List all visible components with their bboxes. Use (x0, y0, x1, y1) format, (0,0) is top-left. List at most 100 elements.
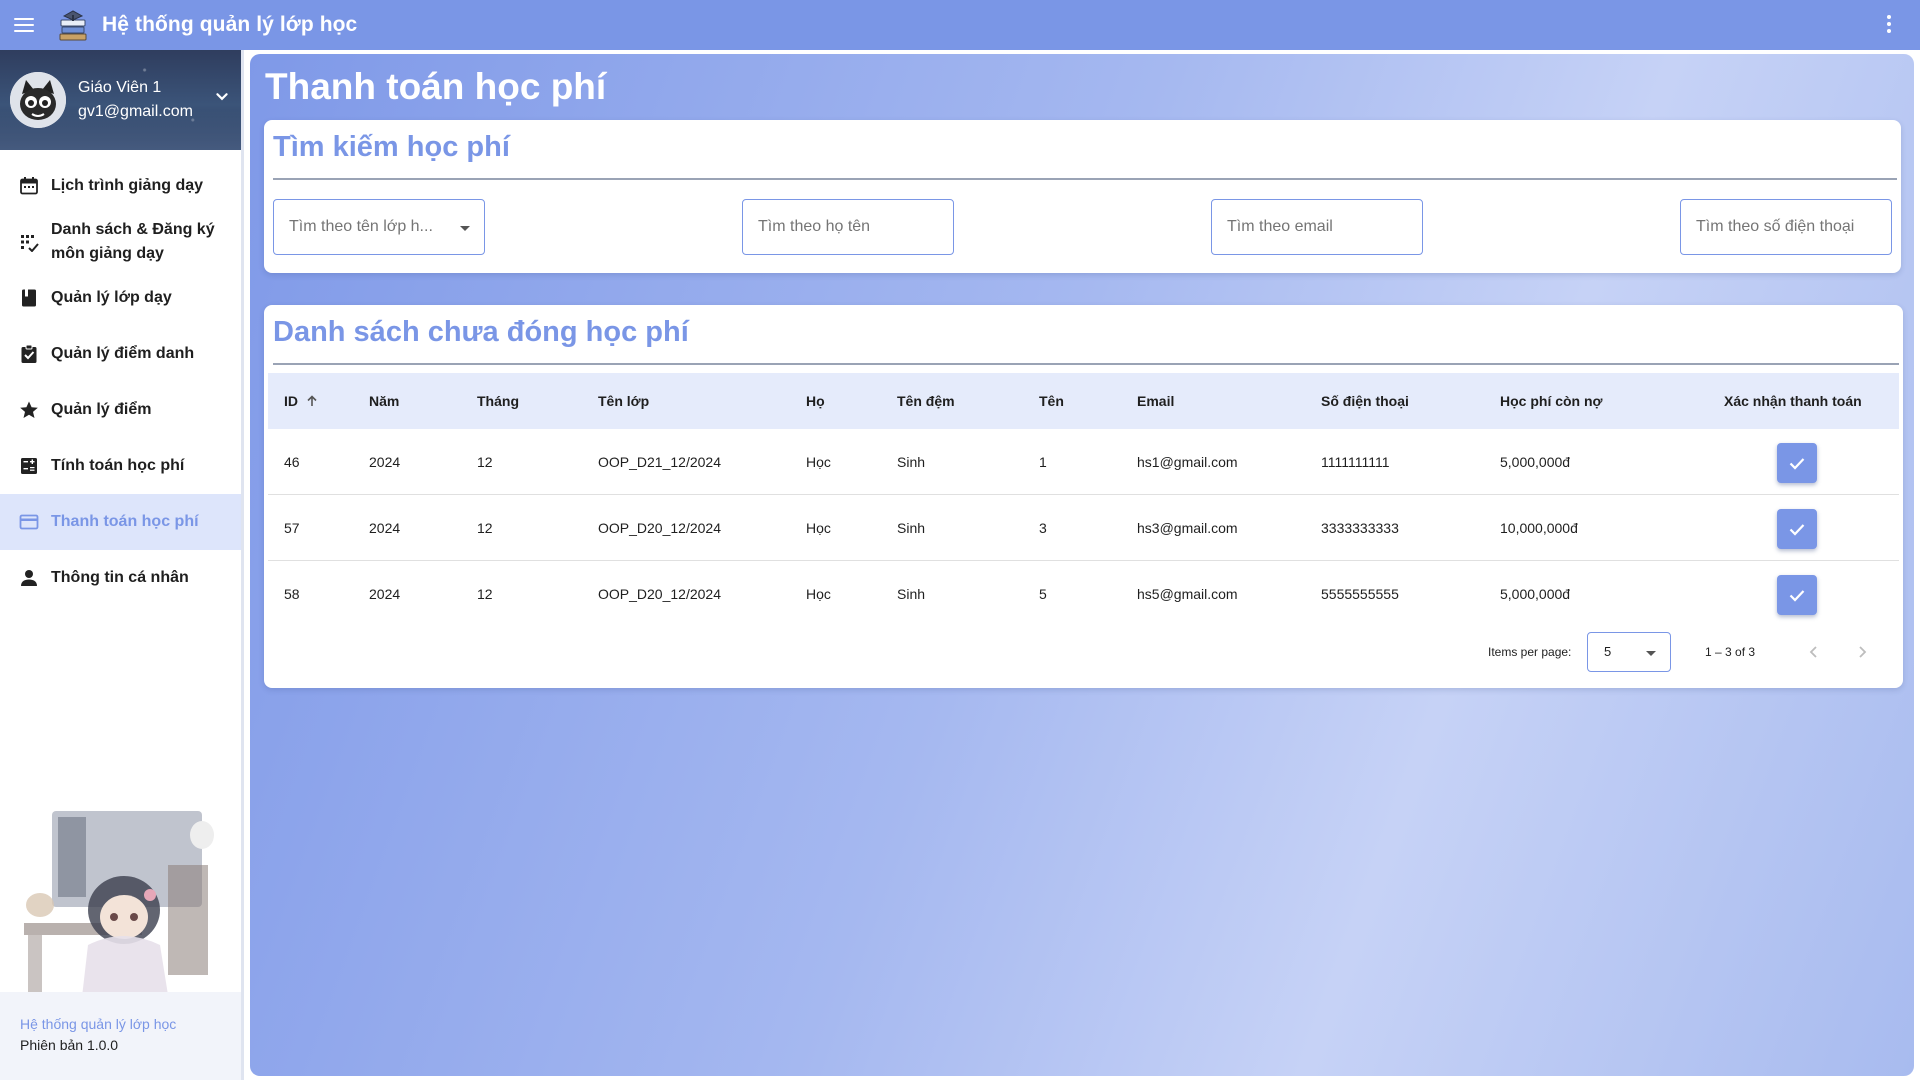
check-icon (1789, 458, 1805, 470)
sidebar-item-tuition-payment[interactable]: Thanh toán học phí (0, 494, 241, 550)
cell-phone: 1111111111 (1321, 454, 1390, 470)
book-icon (18, 287, 40, 309)
paginator: Items per page: 5 1 – 3 of 3 (264, 632, 1903, 672)
sidebar-item-profile[interactable]: Thông tin cá nhân (0, 550, 241, 606)
table-header-row: ID Năm Tháng Tên lớp Họ Tên đệm Tên Emai… (268, 373, 1899, 429)
email-search-placeholder: Tìm theo email (1227, 218, 1333, 235)
phone-search-input[interactable]: Tìm theo số điện thoại (1680, 199, 1892, 255)
check-icon (1789, 524, 1805, 536)
phone-search-placeholder: Tìm theo số điện thoại (1696, 218, 1855, 235)
dropdown-arrow-icon (1646, 651, 1656, 656)
divider (273, 178, 1897, 180)
table-row: 58 2024 12 OOP_D20_12/2024 Học Sinh 5 hs… (268, 561, 1899, 627)
sidebar-item-label: Quản lý lớp dạy (51, 289, 172, 306)
col-header-year: Năm (369, 393, 400, 409)
cell-month: 12 (477, 586, 493, 602)
page-size-select[interactable]: 5 (1587, 632, 1671, 672)
dropdown-arrow-icon (460, 226, 470, 231)
sidebar-item-subject-registration[interactable]: Danh sách & Đăng ký môn giảng dạy (0, 214, 241, 270)
cell-year: 2024 (369, 520, 401, 536)
cell-middle-name: Sinh (897, 520, 926, 536)
sidebar-item-label: Lịch trình giảng dạy (51, 177, 204, 194)
profile-name: Giáo Viên 1 (78, 79, 162, 96)
page-range-label: 1 – 3 of 3 (1705, 645, 1756, 659)
chevron-down-icon[interactable] (211, 86, 233, 108)
email-search-input[interactable]: Tìm theo email (1211, 199, 1423, 255)
cell-email: hs5@gmail.com (1137, 586, 1238, 602)
search-card: Tìm kiếm học phí Tìm theo tên lớp h... T… (264, 120, 1901, 273)
confirm-payment-button[interactable] (1777, 509, 1817, 549)
class-select[interactable]: Tìm theo tên lớp h... (273, 199, 485, 255)
table-row: 46 2024 12 OOP_D21_12/2024 Học Sinh 1 hs… (268, 429, 1899, 495)
clipboard-check-icon (18, 343, 40, 365)
col-header-email: Email (1137, 393, 1175, 409)
search-card-title: Tìm kiếm học phí (273, 131, 510, 163)
profile-header[interactable]: Giáo Viên 1 gv1@gmail.com (0, 50, 241, 150)
calendar-icon (18, 175, 40, 197)
confirm-payment-button[interactable] (1777, 575, 1817, 615)
cell-last-name: Học (806, 454, 831, 470)
table-row: 57 2024 12 OOP_D20_12/2024 Học Sinh 3 hs… (268, 495, 1899, 561)
grid-list-icon (18, 231, 40, 253)
sidebar-item-label: Danh sách & Đăng ký môn giảng dạy (51, 221, 215, 262)
books-logo-icon (59, 10, 87, 41)
cell-middle-name: Sinh (897, 586, 926, 602)
profile-email: gv1@gmail.com (78, 103, 193, 120)
name-search-placeholder: Tìm theo họ tên (758, 218, 871, 235)
col-header-label: ID (284, 393, 298, 409)
cell-last-name: Học (806, 520, 831, 536)
col-header-first-name: Tên (1039, 393, 1064, 409)
cell-first-name: 3 (1039, 520, 1047, 536)
avatar (10, 72, 66, 128)
footer-version: Phiên bản 1.0.0 (20, 1037, 119, 1053)
cell-year: 2024 (369, 454, 401, 470)
cell-phone: 3333333333 (1321, 520, 1399, 536)
sidebar: Giáo Viên 1 gv1@gmail.com Lịch trình giả… (0, 50, 244, 1080)
chevron-right-icon (1859, 646, 1867, 658)
col-header-id[interactable]: ID (284, 373, 319, 429)
cell-id: 46 (284, 454, 300, 470)
cell-email: hs1@gmail.com (1137, 454, 1238, 470)
main-content: Thanh toán học phí Tìm kiếm học phí Tìm … (250, 54, 1914, 1076)
chevron-left-icon (1809, 646, 1817, 658)
sidebar-item-class-management[interactable]: Quản lý lớp dạy (0, 270, 241, 326)
cell-month: 12 (477, 520, 493, 536)
cell-id: 58 (284, 586, 300, 602)
confirm-payment-button[interactable] (1777, 443, 1817, 483)
cell-email: hs3@gmail.com (1137, 520, 1238, 536)
cell-month: 12 (477, 454, 493, 470)
col-header-month: Tháng (477, 393, 519, 409)
cell-debt: 5,000,000đ (1500, 454, 1571, 470)
col-header-middle-name: Tên đệm (897, 393, 955, 409)
col-header-phone: Số điện thoại (1321, 393, 1409, 409)
name-search-input[interactable]: Tìm theo họ tên (742, 199, 954, 255)
cell-debt: 5,000,000đ (1500, 586, 1571, 602)
credit-card-icon (18, 511, 40, 533)
sidebar-item-grades[interactable]: Quản lý điểm (0, 382, 241, 438)
next-page-button[interactable] (1850, 640, 1874, 664)
sidebar-item-label: Thanh toán học phí (51, 513, 199, 530)
cell-first-name: 1 (1039, 454, 1047, 470)
calculator-icon (18, 455, 40, 477)
profile-info: Giáo Viên 1 gv1@gmail.com (78, 76, 193, 124)
cell-class: OOP_D21_12/2024 (598, 454, 721, 470)
check-icon (1789, 590, 1805, 602)
page-title: Thanh toán học phí (265, 66, 607, 107)
sidebar-item-teaching-schedule[interactable]: Lịch trình giảng dạy (0, 158, 241, 214)
cell-debt: 10,000,000đ (1500, 520, 1578, 536)
menu-icon[interactable] (14, 11, 42, 39)
sidebar-footer: Hệ thống quản lý lớp học Phiên bản 1.0.0 (0, 992, 241, 1080)
col-header-confirm: Xác nhận thanh toán (1724, 393, 1862, 409)
previous-page-button[interactable] (1802, 640, 1826, 664)
sidebar-nav: Lịch trình giảng dạy Danh sách & Đăng ký… (0, 150, 241, 606)
top-app-bar: Hệ thống quản lý lớp học (0, 0, 1920, 50)
avatar-cat-icon (10, 72, 66, 128)
col-header-class: Tên lớp (598, 393, 650, 409)
person-icon (18, 567, 40, 589)
cell-phone: 5555555555 (1321, 586, 1399, 602)
sidebar-item-tuition-calculation[interactable]: Tính toán học phí (0, 438, 241, 494)
sidebar-item-attendance[interactable]: Quản lý điểm danh (0, 326, 241, 382)
cell-first-name: 5 (1039, 586, 1047, 602)
more-vert-icon[interactable] (1886, 15, 1892, 33)
cell-class: OOP_D20_12/2024 (598, 586, 721, 602)
